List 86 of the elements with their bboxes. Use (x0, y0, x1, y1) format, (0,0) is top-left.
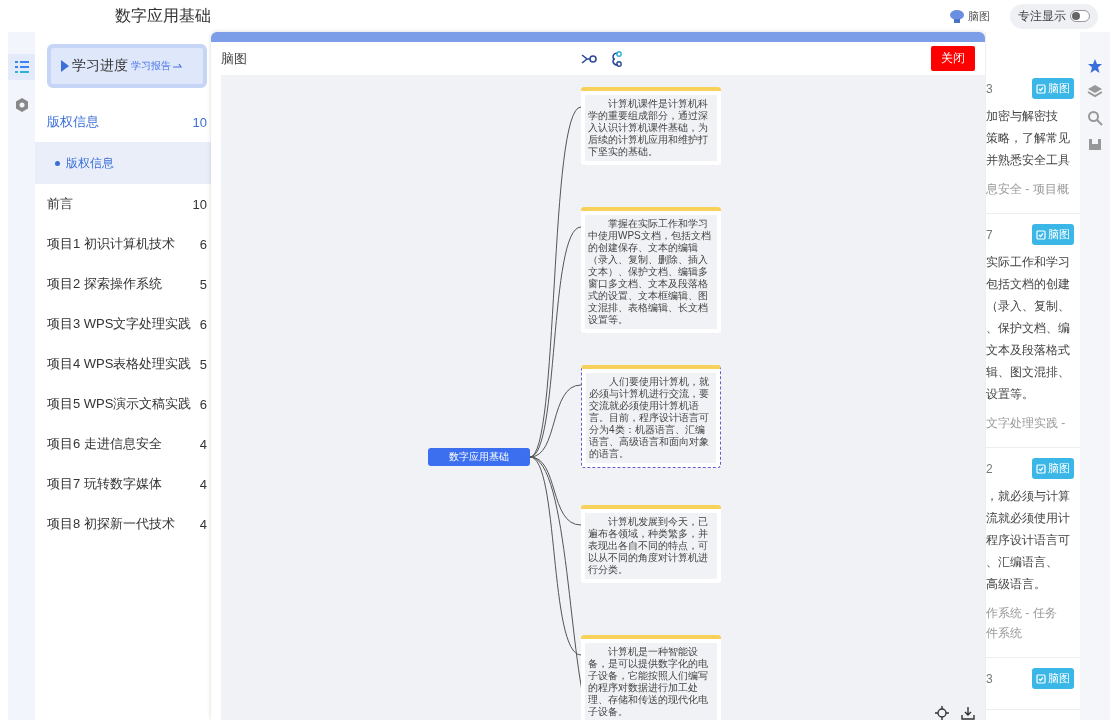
card-text: 策略，了解常见 (986, 130, 1071, 147)
checkbox-icon (1036, 229, 1046, 240)
section-title: 版权信息 (66, 154, 114, 172)
chapter-item[interactable]: 版权信息 10 (35, 102, 211, 142)
section-item[interactable]: 版权信息 (35, 142, 211, 184)
progress-percent: 5 (199, 356, 207, 372)
chapter-title: 版权信息 (47, 113, 99, 131)
progress-percent: 10 (192, 196, 207, 212)
card-text: 并熟悉安全工具 (986, 152, 1071, 169)
collapse-icon[interactable] (581, 53, 597, 64)
progress-percent: 6 (199, 396, 207, 412)
chapter-item[interactable]: 项目6 走进信息安全 4 (35, 424, 211, 464)
progress-percent: 4 (199, 516, 207, 532)
chapter-item[interactable]: 项目4 WPS表格处理实践 5 (35, 344, 211, 384)
search-icon[interactable] (1087, 110, 1103, 126)
report-link[interactable]: 学习报告 (131, 59, 183, 73)
progress-percent: 4 (199, 476, 207, 492)
chapter-title: 项目5 WPS演示文稿实践 (47, 395, 192, 413)
node-text: 计算机课件是计算机科学的重要组成部分，通过深入认识计算机课件基础，为后续的计算机应用和维护打下坚实的基础。 (585, 95, 717, 161)
progress-percent: 6 (199, 236, 207, 252)
checkbox-icon (1036, 673, 1046, 684)
card-number: 2 (986, 461, 993, 476)
chapter-title: 项目4 WPS表格处理实践 (47, 355, 192, 373)
card-text: 、保护文档、编 (986, 320, 1071, 337)
card-text: 辑、图文混排、 (986, 364, 1071, 381)
course-title: 数字应用基础 (115, 5, 212, 26)
chapter-item[interactable]: 前言 10 (35, 184, 211, 224)
focus-mode-label: 专注显示 (1018, 7, 1066, 25)
card-text: 加密与解密技 (986, 108, 1059, 125)
toggle-switch[interactable] (1070, 10, 1090, 22)
chapter-title: 项目1 初识计算机技术 (47, 235, 175, 253)
card-number: 7 (986, 227, 993, 242)
outline-tab[interactable] (8, 54, 35, 80)
close-button[interactable]: 关闭 (931, 46, 975, 71)
chapter-title: 前言 (47, 195, 73, 213)
progress-percent: 6 (199, 316, 207, 332)
card-source: 件系统 (986, 625, 1023, 642)
card-text: 设置等。 (986, 386, 1035, 403)
card-source: 文字处理实践 - (986, 415, 1067, 432)
card-number: 3 (986, 81, 993, 96)
list-icon (13, 59, 30, 75)
card-text: （录入、复制、 (986, 298, 1071, 315)
mindmap-link[interactable]: 脑图 (949, 8, 990, 24)
branch-node[interactable]: 计算机课件是计算机科学的重要组成部分，通过深入认识计算机课件基础，为后续的计算机应用和维护打下坚实的基础。 (581, 87, 721, 165)
progress-percent: 4 (199, 436, 207, 452)
chapter-title: 项目2 探索操作系统 (47, 275, 162, 293)
chapter-title: 项目6 走进信息安全 (47, 435, 162, 453)
node-text: 计算机发展到今天，已遍布各领域，种类繁多，并表现出各自不同的特点，可以从不同的角度对计算机进行分类。 (585, 513, 717, 579)
card-text: 包括文档的创建 (986, 276, 1071, 293)
branch-node[interactable]: 计算机发展到今天，已遍布各领域，种类繁多，并表现出各自不同的特点，可以从不同的角度对计算机进行分类。 (581, 505, 721, 583)
card-text: 实际工作和学习 (986, 254, 1071, 271)
card-text: 流就必须使用计 (986, 510, 1071, 527)
branch-icon[interactable] (609, 50, 623, 67)
node-text: 人们要使用计算机，就必须与计算机进行交流，要交流就必须使用计算机语言。目前，程序设计语言可分为4类：机器语言、汇编语言、高级语言和面向对象的语言。 (586, 373, 716, 463)
download-icon[interactable] (961, 706, 975, 720)
progress-title: 学习进度 (72, 57, 128, 75)
card-source: 作系统 - 任务 (986, 605, 1058, 622)
flag-icon (61, 60, 69, 72)
chapter-title: 项目3 WPS文字处理实践 (47, 315, 192, 333)
chapter-title: 项目8 初探新一代技术 (47, 515, 175, 533)
chapter-item[interactable]: 项目2 探索操作系统 5 (35, 264, 211, 304)
chapter-item[interactable]: 项目3 WPS文字处理实践 6 (35, 304, 211, 344)
chapter-item[interactable]: 项目8 初探新一代技术 4 (35, 504, 211, 544)
chapter-title: 项目7 玩转数字媒体 (47, 475, 162, 493)
card-text: ，就必须与计算 (986, 488, 1071, 505)
bullet-dot (55, 160, 60, 166)
chapter-item[interactable]: 项目7 玩转数字媒体 4 (35, 464, 211, 504)
locate-icon[interactable] (935, 706, 949, 720)
chapter-item[interactable]: 项目1 初识计算机技术 6 (35, 224, 211, 264)
star-icon[interactable] (1087, 58, 1103, 74)
card-text: 、汇编语言、 (986, 554, 1059, 571)
branch-node[interactable]: 人们要使用计算机，就必须与计算机进行交流，要交流就必须使用计算机语言。目前，程序设计语言可分为4类：机器语言、汇编语言、高级语言和面向对象的语言。 (581, 365, 721, 468)
checkbox-icon (1036, 83, 1046, 94)
gear-icon (13, 97, 30, 113)
progress-percent: 5 (199, 276, 207, 292)
dialog-title: 脑图 (221, 49, 248, 68)
card-text: 程序设计语言可 (986, 532, 1071, 549)
root-node[interactable]: 数字应用基础 (428, 448, 530, 466)
card-text: 高级语言。 (986, 576, 1047, 593)
card-source: 息安全 - 项目概 (986, 181, 1070, 198)
card-text: 文本及段落格式 (986, 342, 1071, 359)
layers-icon[interactable] (1087, 84, 1103, 100)
chapter-item[interactable]: 项目5 WPS演示文稿实践 6 (35, 384, 211, 424)
checkbox-icon (1036, 463, 1046, 474)
progress-percent: 10 (192, 114, 207, 130)
card-number: 3 (986, 671, 993, 686)
